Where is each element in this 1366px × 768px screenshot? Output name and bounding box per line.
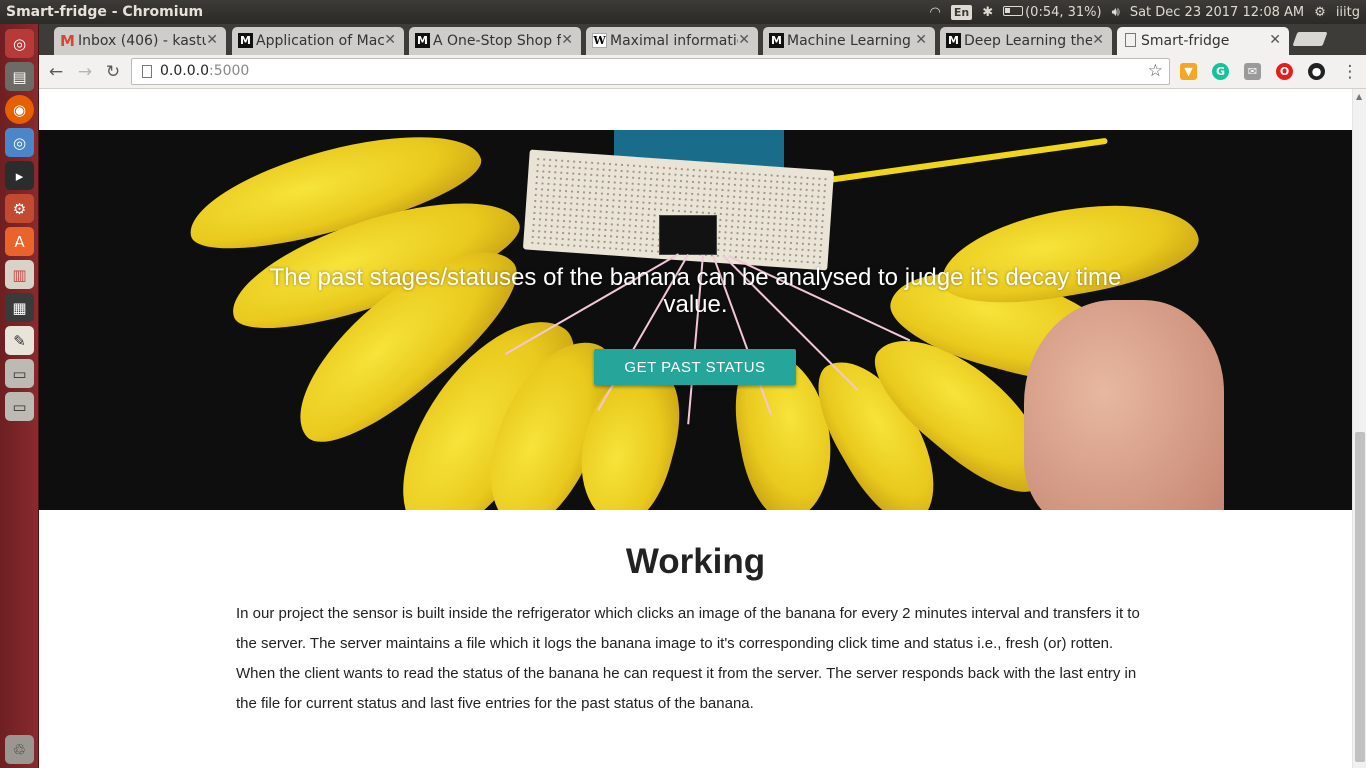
extension-icon[interactable]: ● xyxy=(1308,63,1325,80)
medium-icon: M xyxy=(415,33,430,48)
bluetooth-icon[interactable]: ✱ xyxy=(982,5,993,20)
scroll-up-arrow-icon[interactable]: ▲ xyxy=(1356,92,1362,101)
page-info-icon[interactable] xyxy=(142,65,152,78)
url-text: 0.0.0.0:5000 xyxy=(160,63,249,79)
settings-icon[interactable]: ⚙ xyxy=(5,194,34,223)
tab-label: Machine Learning xyxy=(787,33,911,49)
tab-label: Smart-fridge xyxy=(1141,33,1230,49)
software-center-icon[interactable]: A xyxy=(5,227,34,256)
forward-arrow-icon[interactable]: → xyxy=(74,61,96,83)
page-viewport: The past stages/statuses of the banana c… xyxy=(39,89,1352,768)
terminal-icon[interactable]: ▸ xyxy=(5,161,34,190)
tab-smart-fridge[interactable]: Smart-fridge ✕ xyxy=(1117,27,1289,55)
tab-machine-learning[interactable]: M Machine Learning ✕ xyxy=(763,27,935,55)
tab-label: Application of Machine xyxy=(256,33,384,49)
tab-label: Inbox (406) - kasturi xyxy=(78,33,206,49)
text-editor-icon[interactable]: ✎ xyxy=(5,326,34,355)
url-host: 0.0.0.0 xyxy=(160,63,209,79)
medium-icon: M xyxy=(769,33,784,48)
tab-label: Maximal information xyxy=(610,33,738,49)
medium-icon: M xyxy=(946,33,961,48)
dash-icon[interactable]: ◎ xyxy=(5,29,34,58)
tab-strip: M Inbox (406) - kasturi ✕ M Application … xyxy=(39,24,1366,55)
page-icon xyxy=(1125,33,1136,47)
back-arrow-icon[interactable]: ← xyxy=(45,61,67,83)
trash-icon[interactable]: ♲ xyxy=(5,735,34,764)
close-icon[interactable]: ✕ xyxy=(561,32,573,48)
tab-maximal-information[interactable]: W Maximal information ✕ xyxy=(586,27,758,55)
browser-toolbar: ← → ↻ 0.0.0.0:5000 ☆ ▼ G ✉ O ● ⋮ xyxy=(39,55,1366,89)
medium-icon: M xyxy=(238,33,253,48)
os-top-panel: Smart-fridge - Chromium ◠ En ✱ (0:54, 31… xyxy=(0,0,1366,24)
opera-extension-icon[interactable]: O xyxy=(1276,63,1293,80)
page-scrollbar[interactable]: ▲ xyxy=(1352,89,1366,768)
user-name[interactable]: iiitg xyxy=(1336,5,1360,20)
close-icon[interactable]: ✕ xyxy=(384,32,396,48)
tab-one-stop-shop[interactable]: M A One-Stop Shop for ✕ xyxy=(409,27,581,55)
firefox-icon[interactable]: ◉ xyxy=(5,95,34,124)
get-past-status-button[interactable]: GET PAST STATUS xyxy=(594,349,796,385)
reload-icon[interactable]: ↻ xyxy=(102,61,124,83)
url-port: :5000 xyxy=(208,63,250,79)
close-icon[interactable]: ✕ xyxy=(738,32,750,48)
working-description: In our project the sensor is built insid… xyxy=(236,605,1140,712)
drive-icon[interactable]: ▭ xyxy=(5,359,34,388)
drive-icon[interactable]: ▭ xyxy=(5,392,34,421)
extension-icon[interactable]: ✉ xyxy=(1244,63,1261,80)
chromium-icon[interactable]: ◎ xyxy=(5,128,34,157)
clock[interactable]: Sat Dec 23 2017 12:08 AM xyxy=(1130,5,1304,20)
video-icon[interactable]: ▦ xyxy=(5,293,34,322)
working-heading: Working xyxy=(625,542,766,581)
shield-extension-icon[interactable]: ▼ xyxy=(1180,63,1197,80)
new-tab-button[interactable] xyxy=(1292,32,1328,46)
tab-deep-learning[interactable]: M Deep Learning the ✕ xyxy=(940,27,1112,55)
battery-indicator[interactable]: (0:54, 31%) xyxy=(1003,5,1102,20)
wikipedia-icon: W xyxy=(592,33,607,48)
close-icon[interactable]: ✕ xyxy=(206,32,218,48)
tab-inbox[interactable]: M Inbox (406) - kasturi ✕ xyxy=(54,27,226,55)
close-icon[interactable]: ✕ xyxy=(1269,32,1281,48)
hero-caption: The past stages/statuses of the banana c… xyxy=(269,264,1122,318)
tab-label: Deep Learning the xyxy=(964,33,1092,49)
battery-icon xyxy=(1003,5,1024,16)
close-icon[interactable]: ✕ xyxy=(915,32,927,48)
volume-icon[interactable]: 🔊︎ xyxy=(1112,5,1120,20)
menu-icon[interactable]: ⋮ xyxy=(1339,61,1361,83)
keyboard-language-indicator[interactable]: En xyxy=(950,4,973,20)
grammarly-extension-icon[interactable]: G xyxy=(1212,63,1229,80)
system-tray: ◠ En ✱ (0:54, 31%) 🔊︎ Sat Dec 23 2017 12… xyxy=(930,0,1360,24)
window-title: Smart-fridge - Chromium xyxy=(6,4,204,20)
address-bar[interactable]: 0.0.0.0:5000 ☆ xyxy=(131,58,1170,85)
gmail-icon: M xyxy=(60,31,75,50)
hero-banner: The past stages/statuses of the banana c… xyxy=(39,130,1352,510)
close-icon[interactable]: ✕ xyxy=(1092,32,1104,48)
files-icon[interactable]: ▤ xyxy=(5,62,34,91)
document-viewer-icon[interactable]: ▥ xyxy=(5,260,34,289)
tab-application-of-machine[interactable]: M Application of Machine ✕ xyxy=(232,27,404,55)
gear-icon[interactable]: ⚙ xyxy=(1314,5,1326,20)
tab-label: A One-Stop Shop for xyxy=(433,33,561,49)
scrollbar-thumb[interactable] xyxy=(1355,432,1365,762)
wifi-icon[interactable]: ◠ xyxy=(930,5,941,20)
launcher: ◎ ▤ ◉ ◎ ▸ ⚙ A ▥ ▦ ✎ ▭ ▭ ♲ xyxy=(0,24,39,768)
bookmark-star-icon[interactable]: ☆ xyxy=(1148,61,1163,81)
battery-text: (0:54, 31%) xyxy=(1025,4,1102,20)
